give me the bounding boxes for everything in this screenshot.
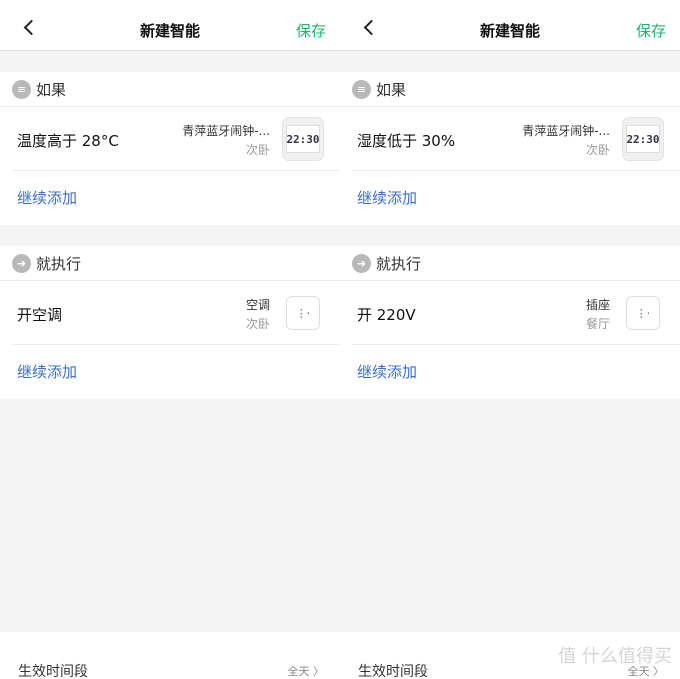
watermark: 值 什么值得买 [558, 646, 672, 667]
time-period-label: 生效时间段 [358, 664, 428, 679]
device-room: 次卧 [585, 143, 610, 157]
condition-label: 湿度低于 30% [357, 132, 456, 150]
section-title: 就执行 [376, 254, 422, 273]
then-section: ➜ 就执行 开 220V 插座餐厅 ⋮⋅ 继续添加 [340, 246, 680, 399]
page-title: 新建智能 [139, 22, 200, 40]
if-section: ≡ 如果 温度高于 28°C 青萍蓝牙闹钟-... 次卧 22:30 继续添加 [0, 72, 340, 225]
list-icon: ≡ [12, 79, 31, 99]
section-title: 就执行 [36, 254, 82, 273]
action-row[interactable]: 开 220V 插座餐厅 ⋮⋅ [352, 281, 680, 345]
nav-header: 新建智能 保存 [0, 0, 340, 51]
time-period-value: 全天 〉 [287, 665, 325, 678]
if-section: ≡ 如果 湿度低于 30% 青萍蓝牙闹钟-... 次卧 22:30 继续添加 [340, 72, 680, 225]
nav-header: 新建智能 保存 [340, 0, 680, 51]
panel-humidity: 新建智能 保存 ≡ 如果 湿度低于 30% 青萍蓝牙闹钟-... 次卧 22:30 … [340, 0, 680, 679]
add-action-button[interactable]: 继续添加 [340, 345, 680, 398]
section-title: 如果 [36, 80, 67, 99]
condition-row[interactable]: 温度高于 28°C 青萍蓝牙闹钟-... 次卧 22:30 [12, 107, 340, 171]
clock-device-icon: 22:30 [622, 117, 664, 161]
device-name: 青萍蓝牙闹钟-... [182, 124, 270, 138]
time-period-label: 生效时间段 [18, 664, 88, 679]
action-label: 开 220V [357, 306, 416, 324]
arrow-right-icon: ➜ [12, 253, 31, 273]
add-condition-button[interactable]: 继续添加 [0, 171, 340, 224]
time-period-row[interactable]: 生效时间段 全天 〉 [0, 632, 340, 679]
list-icon: ≡ [352, 79, 371, 99]
add-condition-button[interactable]: 继续添加 [340, 171, 680, 224]
page-title: 新建智能 [479, 22, 540, 40]
plug-device-icon: ⋮⋅ [622, 291, 664, 335]
condition-label: 温度高于 28°C [17, 132, 119, 150]
clock-device-icon: 22:30 [282, 117, 324, 161]
save-button[interactable]: 保存 [636, 20, 666, 41]
device-name: 青萍蓝牙闹钟-... [522, 124, 610, 138]
add-action-button[interactable]: 继续添加 [0, 345, 340, 398]
section-title: 如果 [376, 80, 407, 99]
chevron-right-icon: 〉 [313, 665, 324, 678]
save-button[interactable]: 保存 [296, 20, 326, 41]
action-label: 开空调 [17, 306, 63, 324]
device-room: 次卧 [245, 317, 270, 331]
panel-temperature: 新建智能 保存 ≡ 如果 温度高于 28°C 青萍蓝牙闹钟-... 次卧 22:30… [0, 0, 340, 679]
device-name: 插座 [585, 298, 610, 312]
device-room: 次卧 [245, 143, 270, 157]
device-name: 空调 [245, 298, 270, 312]
action-row[interactable]: 开空调 空调次卧 ⋮⋅ [12, 281, 340, 345]
device-room: 餐厅 [585, 317, 610, 331]
then-section: ➜ 就执行 开空调 空调次卧 ⋮⋅ 继续添加 [0, 246, 340, 399]
plug-device-icon: ⋮⋅ [282, 291, 324, 335]
arrow-right-icon: ➜ [352, 253, 371, 273]
condition-row[interactable]: 湿度低于 30% 青萍蓝牙闹钟-... 次卧 22:30 [352, 107, 680, 171]
